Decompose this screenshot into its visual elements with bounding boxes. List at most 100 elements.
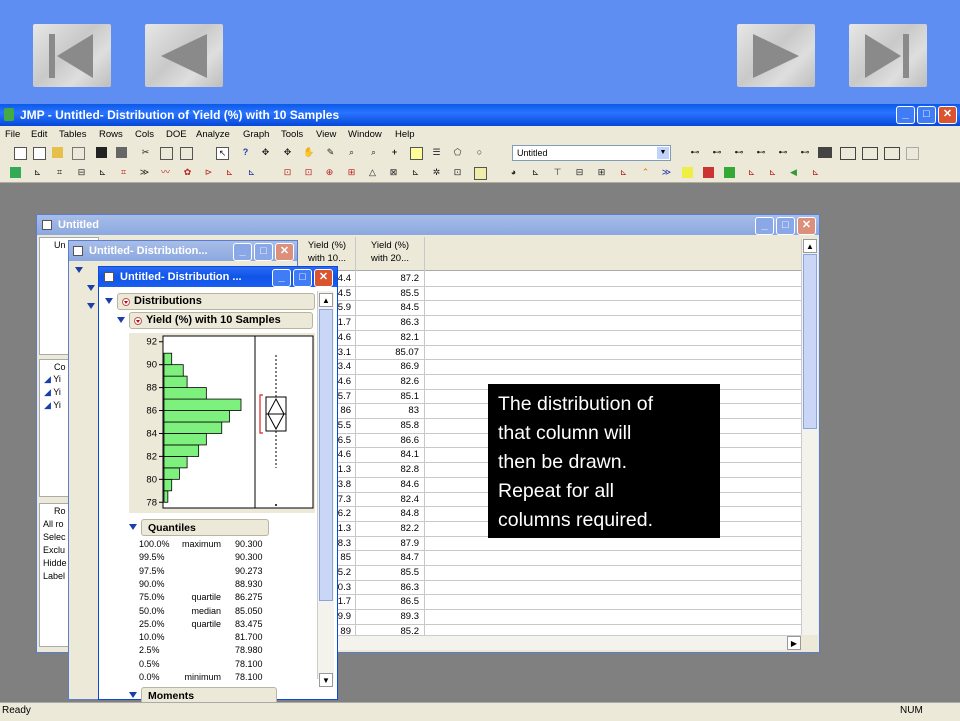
scroll-up-icon[interactable]: ▲ xyxy=(803,239,817,253)
dist-close-button[interactable]: ✕ xyxy=(314,269,333,287)
dist-vertical-scrollbar[interactable]: ▲ ▼ xyxy=(317,291,334,687)
tree-map-icon[interactable] xyxy=(724,167,735,178)
time-series-icon[interactable]: 〰 xyxy=(160,167,171,178)
help-tool-icon[interactable]: ? xyxy=(240,147,251,158)
import-icon[interactable] xyxy=(72,147,85,160)
tables-tool-7-icon[interactable] xyxy=(818,147,832,158)
graph-builder-icon[interactable]: ⊾ xyxy=(224,167,235,178)
analyze-distribution-icon[interactable] xyxy=(10,167,21,178)
tables-tool-1-icon[interactable]: ⊷ xyxy=(686,147,704,158)
table-cell[interactable]: 86.3 xyxy=(357,317,420,328)
menu-analyze[interactable]: Analyze xyxy=(196,129,230,140)
dist-scroll-thumb[interactable] xyxy=(319,309,333,601)
control-chart-icon[interactable]: ⊾ xyxy=(530,167,541,178)
menu-help[interactable]: Help xyxy=(395,129,415,140)
annotate-tool-icon[interactable] xyxy=(410,147,423,160)
nonlinear-icon[interactable]: ⊾ xyxy=(97,167,108,178)
star-chart-icon[interactable]: ⊾ xyxy=(810,167,821,178)
table-cell[interactable]: 86.3 xyxy=(357,582,420,593)
mid-maximize-button[interactable]: □ xyxy=(254,243,273,261)
pareto-icon[interactable]: ⊟ xyxy=(574,167,585,178)
last-slide-button[interactable] xyxy=(849,24,927,87)
dist-scroll-up-icon[interactable]: ▲ xyxy=(319,293,333,307)
fit-y-by-x-icon[interactable]: ⊾ xyxy=(32,167,43,178)
pie-chart-icon[interactable]: ◕ xyxy=(508,167,519,178)
tables-tool-9-icon[interactable] xyxy=(862,147,878,160)
menu-rows[interactable]: Rows xyxy=(99,129,123,140)
table-cell[interactable]: 86.5 xyxy=(357,596,420,607)
column-item-2[interactable]: ◢ Yi xyxy=(44,387,61,398)
table-cell[interactable]: 82.4 xyxy=(357,494,420,505)
table-cell[interactable]: 85.5 xyxy=(357,288,420,299)
table-cell[interactable]: 89.3 xyxy=(357,611,420,622)
column-header-yield-10[interactable]: Yield (%) with 10... xyxy=(301,239,353,265)
dist-scroll-down-icon[interactable]: ▼ xyxy=(319,673,333,687)
spinning-icon[interactable]: ⊡ xyxy=(452,167,463,178)
mid-disclosure-icon[interactable] xyxy=(75,267,83,273)
data-close-button[interactable]: ✕ xyxy=(797,217,816,235)
table-cell[interactable]: 85.2 xyxy=(357,626,420,635)
cut-icon[interactable]: ✂ xyxy=(140,147,151,158)
mid-minimize-button[interactable]: _ xyxy=(233,243,252,261)
brush-tool-icon[interactable]: ✎ xyxy=(325,147,336,158)
table-cell[interactable]: 84.6 xyxy=(357,479,420,490)
data-maximize-button[interactable]: □ xyxy=(776,217,795,235)
cell-plot-icon[interactable]: ◀ xyxy=(788,167,799,178)
multivariate-icon[interactable]: ✿ xyxy=(182,167,193,178)
table-cell[interactable]: 84.5 xyxy=(357,302,420,313)
survival-icon[interactable]: ⊳ xyxy=(203,167,214,178)
red-triangle-menu-icon[interactable] xyxy=(122,298,130,306)
surface-icon[interactable]: ✲ xyxy=(431,167,442,178)
table-cell[interactable]: 87.2 xyxy=(357,273,420,284)
moments-disclosure-icon[interactable] xyxy=(129,692,137,698)
open-folder-icon[interactable] xyxy=(52,147,63,158)
scatterplot-3d-icon[interactable]: ⊡ xyxy=(303,167,314,178)
overlay-plot-icon[interactable]: ⊡ xyxy=(282,167,293,178)
table-cell[interactable]: 82.8 xyxy=(357,464,420,475)
new-icon[interactable] xyxy=(14,147,27,160)
save-icon[interactable] xyxy=(96,147,107,158)
table-cell[interactable]: 85.8 xyxy=(357,420,420,431)
tables-tool-5-icon[interactable]: ⊷ xyxy=(774,147,792,158)
mid-close-button[interactable]: ✕ xyxy=(275,243,294,261)
column-item-3[interactable]: ◢ Yi xyxy=(44,400,61,411)
table-cell[interactable]: 85.1 xyxy=(357,391,420,402)
bubble-icon[interactable]: ⊞ xyxy=(346,167,357,178)
menu-cols[interactable]: Cols xyxy=(135,129,154,140)
table-cell[interactable]: 86.6 xyxy=(357,435,420,446)
table-cell[interactable]: 86.9 xyxy=(357,361,420,372)
line-tool-icon[interactable]: ☰ xyxy=(431,147,442,158)
table-cell[interactable]: 85.5 xyxy=(357,567,420,578)
menu-graph[interactable]: Graph xyxy=(243,129,269,140)
minimize-button[interactable]: _ xyxy=(896,106,915,124)
dist-maximize-button[interactable]: □ xyxy=(293,269,312,287)
fit-model-icon[interactable]: ⊟ xyxy=(76,167,87,178)
paste-icon[interactable] xyxy=(180,147,193,160)
grabber-tool-icon[interactable]: ✋ xyxy=(303,147,314,158)
maximize-button[interactable]: □ xyxy=(917,106,936,124)
menu-file[interactable]: File xyxy=(5,129,20,140)
zoom-tool-icon[interactable]: ⌕ xyxy=(368,147,379,158)
menu-edit[interactable]: Edit xyxy=(31,129,47,140)
distributions-disclosure-icon[interactable] xyxy=(105,298,113,304)
table-cell[interactable]: 84.8 xyxy=(357,508,420,519)
matched-pairs-icon[interactable]: ⌗ xyxy=(54,167,65,178)
column-item-1[interactable]: ◢ Yi xyxy=(44,374,61,385)
mid-disclosure-icon[interactable] xyxy=(87,303,95,309)
lasso-tool-icon[interactable]: ⌕ xyxy=(346,147,357,158)
move-tool-icon[interactable]: ✥ xyxy=(282,147,293,158)
arrow-tool-icon[interactable]: ↖ xyxy=(216,147,229,160)
tables-tool-3-icon[interactable]: ⊷ xyxy=(730,147,748,158)
close-button[interactable]: ✕ xyxy=(938,106,957,124)
table-cell[interactable]: 85.07 xyxy=(357,347,419,358)
ellipse-tool-icon[interactable]: ○ xyxy=(474,147,485,158)
data-minimize-button[interactable]: _ xyxy=(755,217,774,235)
red-triangle-menu-icon[interactable] xyxy=(134,317,142,325)
menu-view[interactable]: View xyxy=(316,129,336,140)
menu-window[interactable]: Window xyxy=(348,129,382,140)
menu-tables[interactable]: Tables xyxy=(59,129,86,140)
quantiles-disclosure-icon[interactable] xyxy=(129,524,137,530)
column-disclosure-icon[interactable] xyxy=(117,317,125,323)
contour-icon[interactable]: ⊕ xyxy=(324,167,335,178)
cluster-icon[interactable]: ⊠ xyxy=(388,167,399,178)
